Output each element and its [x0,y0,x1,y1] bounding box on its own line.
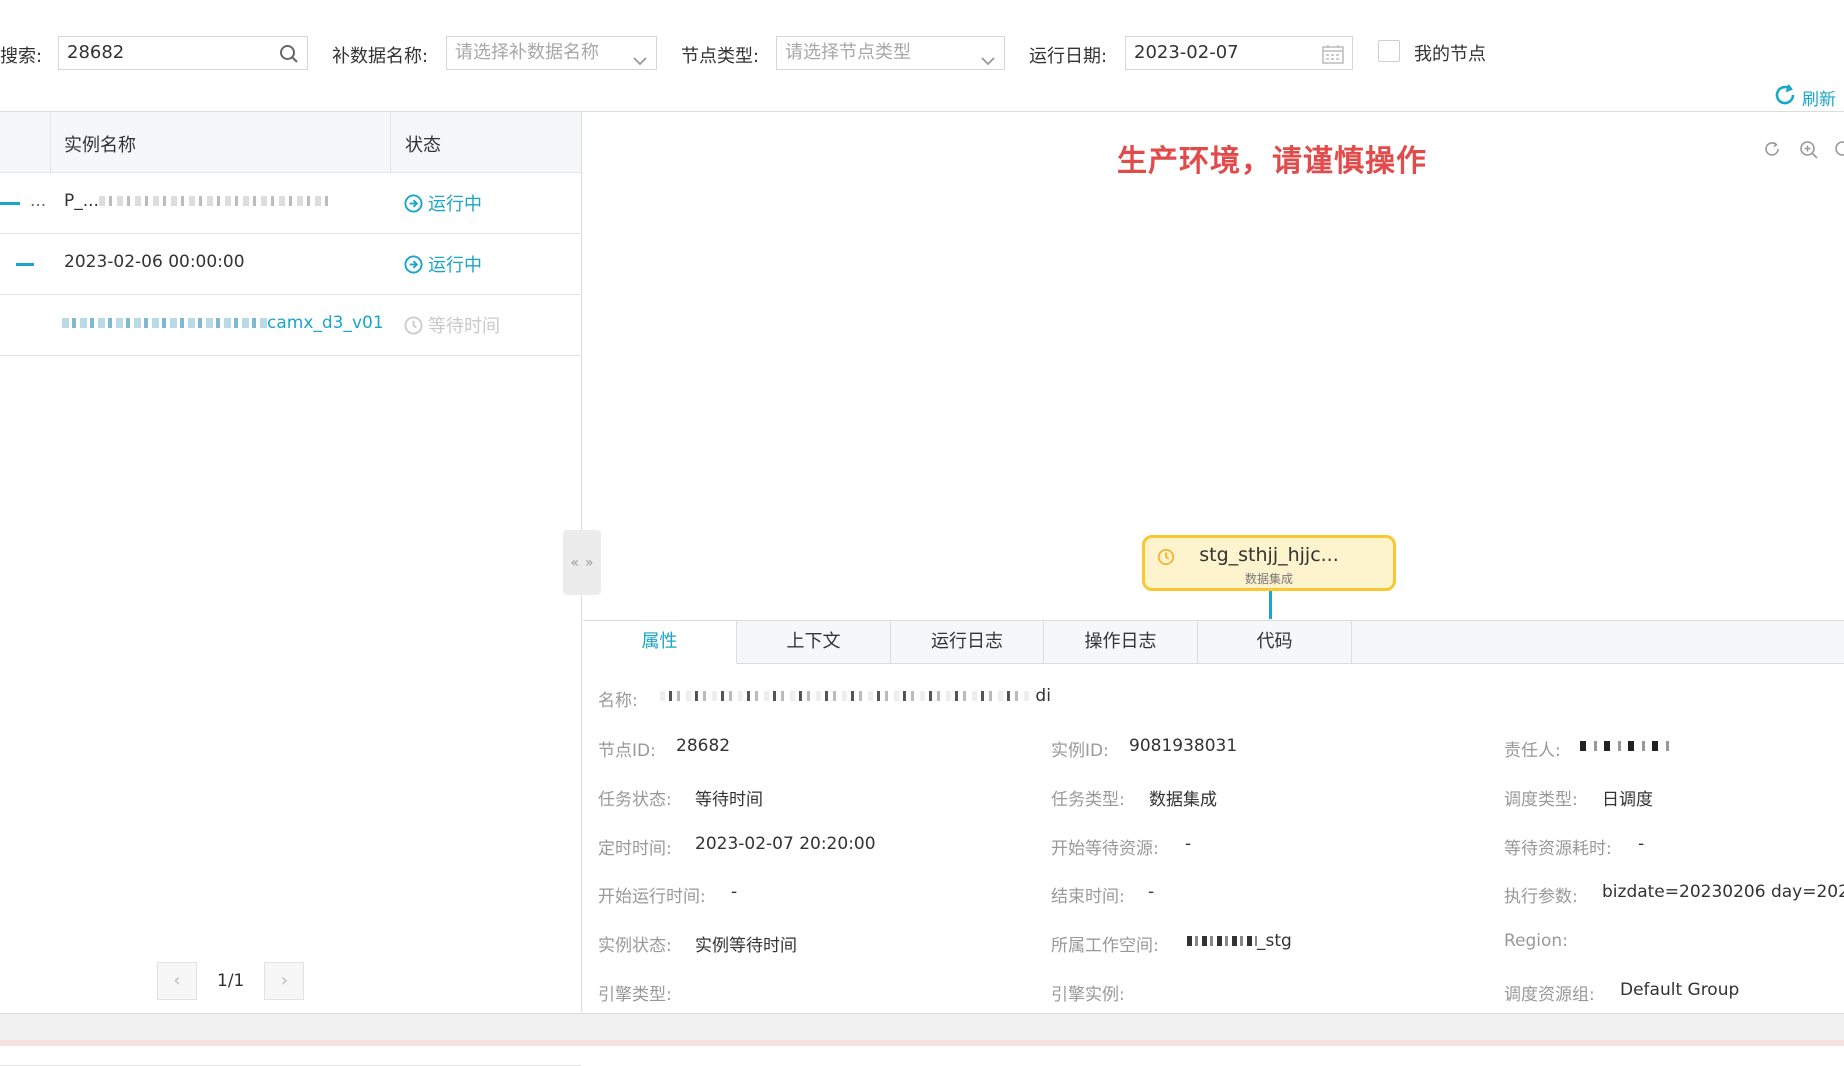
instance-name[interactable]: P_... [64,191,384,211]
instance-name[interactable]: 2023-02-06 00:00:00 [64,252,384,272]
prop-exec-params-label: 执行参数: [1504,887,1578,907]
node-type-select[interactable]: 请选择节点类型 [776,36,1005,70]
search-value: 28682 [67,42,125,63]
refresh-icon [1772,82,1798,113]
panel-splitter[interactable]: « » [563,530,601,595]
column-divider [390,112,391,172]
calendar-icon[interactable] [1322,43,1344,75]
table-row[interactable]: camx_d3_v012( 等待时间 [0,295,581,356]
prop-wait-resource-cost-label: 等待资源耗时: [1504,839,1612,859]
node-type-placeholder: 请选择节点类型 [785,42,911,63]
next-page-button[interactable]: › [264,962,305,1000]
search-input[interactable]: 28682 [58,36,308,70]
prop-name-value: di [660,686,1051,706]
prop-owner-value [1580,736,1670,756]
refresh-label: 刷新 [1802,90,1836,110]
clock-icon [404,315,423,335]
prop-node-id-label: 节点ID: [598,741,656,761]
backfill-label: 补数据名称: [332,46,429,67]
zoom-in-icon[interactable] [1799,140,1819,165]
tree-line-icon [0,202,20,205]
status-badge: 运行中 [404,190,482,216]
prop-wait-resource-cost-value: - [1638,834,1645,854]
prop-wait-resource-start-value: - [1185,834,1192,854]
dag-node-subtitle: 数据集成 [1244,572,1293,586]
prop-engine-type-label: 引擎类型: [598,985,672,1005]
prop-task-status-label: 任务状态: [598,790,672,810]
prop-wait-resource-start-label: 开始等待资源: [1051,839,1159,859]
production-warning: 生产环境，请谨慎操作 [1117,144,1427,179]
prop-resource-group-label: 调度资源组: [1504,985,1595,1005]
detail-tabs: 属性 上下文 运行日志 操作日志 代码 [583,620,1844,664]
prop-timing-label: 定时时间: [598,839,672,859]
prop-engine-instance-label: 引擎实例: [1051,985,1125,1005]
prop-task-type-value: 数据集成 [1149,790,1217,810]
prop-end-time-value: - [1148,882,1155,902]
bottom-bar [0,1013,1844,1046]
prop-region-label: Region: [1504,931,1568,951]
search-icon[interactable] [279,43,299,75]
prop-exec-params-value: bizdate=20230206 day=20230 [1602,882,1844,902]
my-nodes-label: 我的节点 [1414,44,1486,65]
prop-task-type-label: 任务类型: [1051,790,1125,810]
prop-instance-status-value: 实例等待时间 [695,936,797,956]
tab-context[interactable]: 上下文 [737,621,891,663]
prop-instance-id-label: 实例ID: [1051,741,1109,761]
running-icon [404,193,423,213]
status-badge: 等待时间 [404,312,500,338]
backfill-select[interactable]: 请选择补数据名称 [446,36,657,70]
table-row[interactable]: ... P_... 运行中 [0,173,581,234]
table-row[interactable]: 2023-02-06 00:00:00 运行中 [0,234,581,295]
prop-resource-group-value: Default Group [1620,980,1740,1000]
run-date-input[interactable]: 2023-02-07 [1125,36,1353,70]
run-date-label: 运行日期: [1029,46,1108,67]
dag-node[interactable]: stg_sthjj_hjjc... 数据集成 [1142,535,1396,591]
prop-owner-label: 责任人: [1504,741,1561,761]
status-badge: 运行中 [404,251,482,277]
chevron-down-icon [980,46,996,78]
backfill-placeholder: 请选择补数据名称 [455,42,599,63]
search-label: 搜索: [0,46,43,67]
tree-line-icon [16,263,34,266]
running-icon [404,254,423,274]
zoom-out-icon[interactable] [1834,140,1844,165]
dag-node-title: stg_sthjj_hjjc... [1199,544,1339,566]
prev-page-button[interactable]: ‹ [157,962,197,1000]
expand-column-header [0,112,51,172]
my-nodes-checkbox[interactable] [1378,40,1400,62]
prop-instance-status-label: 实例状态: [598,936,672,956]
column-header-name: 实例名称 [64,135,136,156]
prop-workspace-label: 所属工作空间: [1051,936,1159,956]
prop-run-start-value: - [731,882,738,902]
prop-run-start-label: 开始运行时间: [598,887,706,907]
instance-name-link[interactable]: camx_d3_v012( [62,313,382,333]
prop-name-label: 名称: [598,691,638,711]
prop-workspace-value: _stg [1187,931,1292,951]
node-type-label: 节点类型: [681,46,760,67]
prop-task-status-value: 等待时间 [695,790,763,810]
column-header-status: 状态 [405,135,441,156]
row-prefix: ... [30,191,47,211]
expand-right-icon[interactable]: » [585,555,594,571]
prop-timing-value: 2023-02-07 20:20:00 [695,834,876,854]
tab-run-log[interactable]: 运行日志 [891,621,1044,663]
page-indicator: 1/1 [217,971,245,991]
prop-schedule-type-value: 日调度 [1602,790,1653,810]
tab-operation-log[interactable]: 操作日志 [1044,621,1198,663]
prop-instance-id-value: 9081938031 [1129,736,1238,756]
pagination: ‹ 1/1 › [157,962,305,1000]
chevron-down-icon [632,46,648,78]
table-header: 实例名称 状态 [0,112,581,173]
prop-schedule-type-label: 调度类型: [1504,790,1578,810]
run-date-value: 2023-02-07 [1134,42,1239,63]
prop-end-time-label: 结束时间: [1051,887,1125,907]
dag-edge [1269,591,1272,619]
tab-properties[interactable]: 属性 [583,621,737,664]
instance-list-panel: 实例名称 状态 ... P_... 运行中 2023-02-06 00:00:0… [0,112,582,1066]
collapse-left-icon[interactable]: « [570,555,579,571]
reset-view-icon[interactable] [1763,140,1781,163]
tab-code[interactable]: 代码 [1198,621,1352,663]
refresh-button[interactable]: 刷新 [1772,82,1836,113]
prop-node-id-value: 28682 [676,736,731,756]
